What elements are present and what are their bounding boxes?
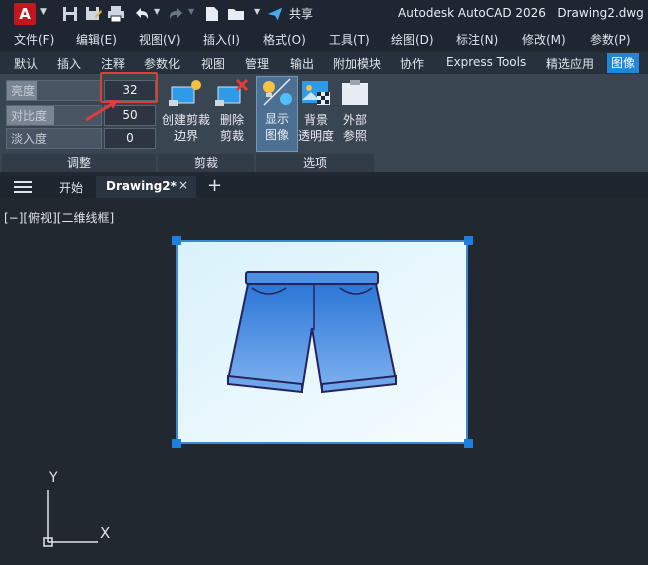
create-clip-boundary-button[interactable]: 创建剪裁 边界 <box>160 78 212 144</box>
brightness-label: 亮度 <box>11 84 36 98</box>
ucs-y-label: Y <box>49 470 58 486</box>
undo-dropdown-icon[interactable]: ▼ <box>154 7 160 16</box>
background-transparency-label-2: 透明度 <box>297 129 334 143</box>
file-name: Drawing2.dwg <box>557 6 644 20</box>
close-tab-icon[interactable]: × <box>178 178 188 192</box>
adjust-panel-label: 调整 <box>2 154 156 172</box>
contrast-label: 对比度 <box>11 109 48 123</box>
add-tab-icon[interactable]: + <box>207 175 222 196</box>
clipboard-icon <box>342 80 368 105</box>
raster-image[interactable] <box>176 240 468 444</box>
create-clip-label-1: 创建剪裁 <box>161 113 210 127</box>
fade-label: 淡入度 <box>11 132 48 146</box>
tab-express-tools[interactable]: Express Tools <box>446 55 526 69</box>
menu-parameter[interactable]: 参数(P) <box>590 31 631 48</box>
image-grip-top-right[interactable] <box>464 236 473 245</box>
tab-manage[interactable]: 管理 <box>245 55 269 72</box>
hamburger-menu-icon[interactable] <box>14 181 32 194</box>
document-tab-bar: 开始 Drawing2* × + <box>0 175 648 198</box>
menu-dimension[interactable]: 标注(N) <box>456 31 498 48</box>
show-image-label-2: 图像 <box>264 128 289 142</box>
shorts-image <box>178 242 466 442</box>
fade-value-field[interactable]: 0 <box>104 128 156 149</box>
new-file-icon[interactable] <box>202 4 222 24</box>
delete-clip-label-2: 剪裁 <box>219 129 244 143</box>
show-image-button[interactable]: 显示 图像 <box>256 76 298 152</box>
quick-access-dropdown-icon[interactable]: ▼ <box>254 7 260 16</box>
image-grip-top-left[interactable] <box>172 236 181 245</box>
show-image-label-1: 显示 <box>264 112 289 126</box>
options-panel-label: 选项 <box>256 154 374 172</box>
tab-collaborate[interactable]: 协作 <box>400 55 424 72</box>
share-icon[interactable] <box>266 4 284 24</box>
menu-modify[interactable]: 修改(M) <box>522 31 566 48</box>
menu-file[interactable]: 文件(F) <box>14 31 54 48</box>
tab-view[interactable]: 视图 <box>201 55 225 72</box>
menu-format[interactable]: 格式(O) <box>263 31 306 48</box>
tab-output[interactable]: 输出 <box>290 55 314 72</box>
tab-drawing2[interactable]: Drawing2* × <box>96 176 196 198</box>
ribbon-panel: 亮度 32 对比度 50 淡入度 0 调整 创建剪裁 边界 删除 剪裁 剪裁 显… <box>0 72 648 172</box>
save-as-icon[interactable] <box>83 4 103 24</box>
create-clip-label-2: 边界 <box>173 129 198 143</box>
ribbon-tab-bar: 默认 插入 注释 参数化 视图 管理 输出 附加模块 协作 Express To… <box>0 52 648 74</box>
create-clip-icon <box>169 80 201 106</box>
menu-insert[interactable]: 插入(I) <box>203 31 240 48</box>
undo-icon[interactable] <box>132 4 152 24</box>
external-reference-label-2: 参照 <box>342 129 367 143</box>
external-reference-label-1: 外部 <box>342 113 367 127</box>
image-grip-bottom-right[interactable] <box>464 439 473 448</box>
external-reference-button[interactable]: 外部 参照 <box>336 78 374 144</box>
share-label[interactable]: 共享 <box>289 5 313 22</box>
tab-annotate[interactable]: 注释 <box>101 55 125 72</box>
menu-edit[interactable]: 编辑(E) <box>76 31 117 48</box>
menu-view[interactable]: 视图(V) <box>139 31 181 48</box>
background-transparency-button[interactable]: 背景 透明度 <box>296 78 336 144</box>
background-transparency-label-1: 背景 <box>303 113 328 127</box>
delete-clip-button[interactable]: 删除 剪裁 <box>212 78 252 144</box>
fade-slider[interactable]: 淡入度 <box>6 128 102 149</box>
menu-bar: 文件(F) 编辑(E) 视图(V) 插入(I) 格式(O) 工具(T) 绘图(D… <box>0 28 648 50</box>
app-title: Autodesk AutoCAD 2026 <box>398 6 546 20</box>
title-bar: A ▼ ▼ ▼ ▼ 共享 Autodesk AutoCAD 2026 Drawi… <box>0 0 648 28</box>
redo-dropdown-icon[interactable]: ▼ <box>188 7 194 16</box>
viewport-controls[interactable]: [−][俯视][二维线框] <box>4 209 114 226</box>
tab-addins[interactable]: 附加模块 <box>333 55 381 72</box>
delete-clip-icon <box>215 78 249 106</box>
clip-panel-label: 剪裁 <box>158 154 254 172</box>
tab-image[interactable]: 图像 <box>607 53 640 73</box>
delete-clip-label-1: 删除 <box>219 113 244 127</box>
menu-draw[interactable]: 绘图(D) <box>391 31 434 48</box>
menu-tools[interactable]: 工具(T) <box>329 31 370 48</box>
redo-icon[interactable] <box>166 4 186 24</box>
print-icon[interactable] <box>106 4 126 24</box>
tab-parametric[interactable]: 参数化 <box>144 55 180 72</box>
show-image-icon <box>263 78 292 106</box>
tab-insert[interactable]: 插入 <box>57 55 81 72</box>
tab-default[interactable]: 默认 <box>14 55 38 72</box>
autocad-logo[interactable]: A <box>14 3 36 25</box>
tab-start[interactable]: 开始 <box>59 179 83 196</box>
app-menu-caret-icon[interactable]: ▼ <box>40 7 47 17</box>
highlight-arrow-icon <box>85 100 118 122</box>
window-title: Autodesk AutoCAD 2026 Drawing2.dwg <box>398 6 644 20</box>
open-folder-icon[interactable] <box>226 4 246 24</box>
tab-drawing2-label: Drawing2* <box>106 179 177 193</box>
ucs-x-label: X <box>100 524 111 542</box>
background-transparency-icon <box>302 81 330 105</box>
save-icon[interactable] <box>60 4 80 24</box>
image-grip-bottom-left[interactable] <box>172 439 181 448</box>
tab-featured-apps[interactable]: 精选应用 <box>546 55 594 72</box>
